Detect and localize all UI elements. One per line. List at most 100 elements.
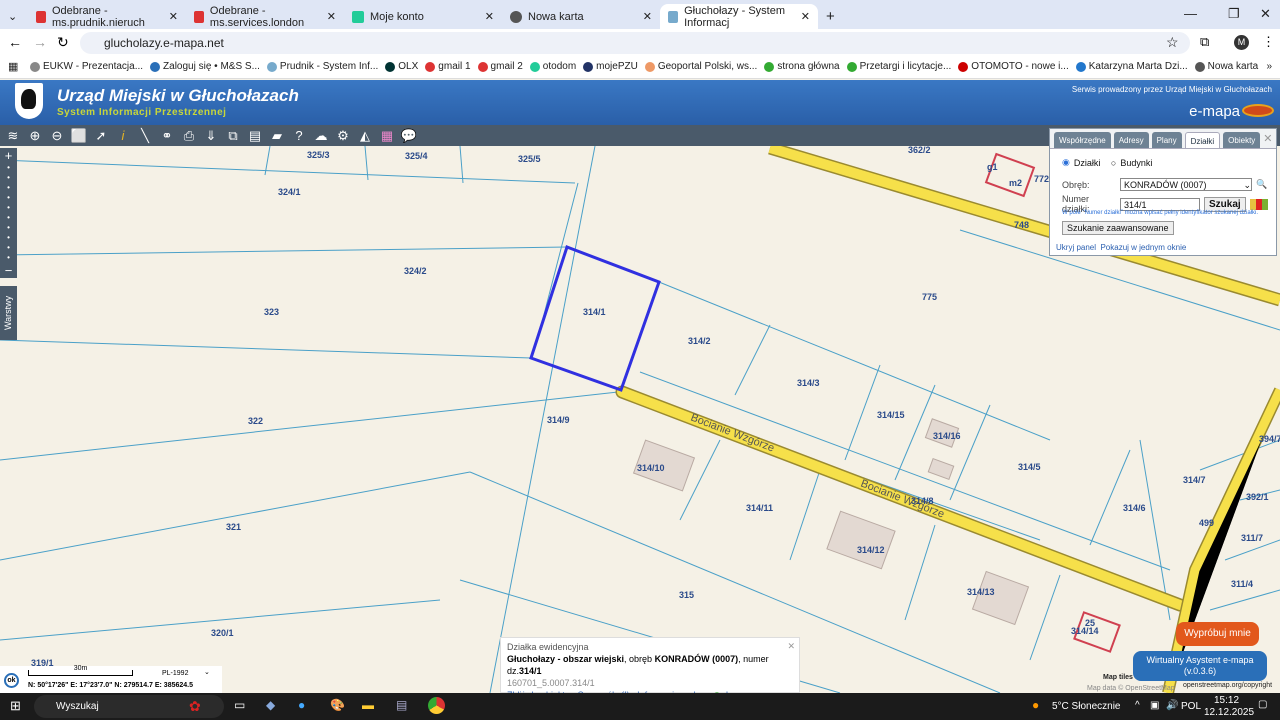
close-panel-icon[interactable]: ✕ — [1263, 132, 1272, 148]
tab-obiekty[interactable]: Obiekty — [1223, 132, 1261, 148]
bookmark[interactable]: OTOMOTO - nowe i... — [958, 61, 1069, 72]
settings-icon[interactable]: ⚙ — [334, 127, 352, 145]
link-icon[interactable]: ⚭ — [158, 127, 176, 145]
close-icon[interactable]: ✕ — [485, 10, 494, 23]
crs-select[interactable]: PL-1992 — [162, 670, 188, 677]
star-icon[interactable]: ☆ — [1166, 34, 1179, 51]
cloud-icon[interactable]: ☁ — [312, 127, 330, 145]
layers-tab[interactable]: Warstwy — [0, 286, 17, 340]
weather-text[interactable]: 5°C Słonecznie — [1052, 701, 1120, 712]
bookmark[interactable]: gmail 1 — [425, 61, 471, 72]
advanced-search-button[interactable]: Szukanie zaawansowane — [1062, 221, 1174, 235]
compare-icon[interactable]: ⧉ — [224, 127, 242, 145]
bookmark[interactable]: OLX — [385, 61, 418, 72]
paint-icon[interactable]: 🎨 — [330, 698, 345, 712]
zoom-out-icon[interactable]: ⊖ — [48, 127, 66, 145]
tab-wspolrzedne[interactable]: Współrzędne — [1054, 132, 1111, 148]
tab-search-button[interactable]: ⌄ — [0, 4, 28, 29]
back-icon[interactable]: ← — [8, 34, 22, 50]
bookmark[interactable]: EUKW - Prezentacja... — [30, 61, 143, 72]
radio-dzialki[interactable]: ◉ — [1062, 157, 1070, 168]
bookmark[interactable]: Prudnik - System Inf... — [266, 61, 378, 72]
color-grid-icon[interactable]: ▦ — [378, 127, 396, 145]
bookmark[interactable]: mojePZU — [583, 61, 638, 72]
comment-icon[interactable]: ▰ — [268, 127, 286, 145]
download-icon[interactable]: ⇓ — [202, 127, 220, 145]
bookmark[interactable]: strona główna — [764, 61, 840, 72]
help-icon[interactable]: ? — [290, 127, 308, 145]
virtual-assistant-button[interactable]: Wirtualny Asystent e-mapa (v.0.3.6) — [1133, 651, 1267, 681]
bookmark[interactable]: gmail 2 — [477, 61, 523, 72]
bookmark[interactable]: Geoportal Polski, ws... — [644, 61, 757, 72]
windows-start-icon[interactable]: ⊞ — [10, 698, 21, 714]
bookmark[interactable]: Katarzyna Marta Dzi... — [1075, 61, 1188, 72]
reload-icon[interactable]: ↻ — [57, 34, 69, 51]
attribution-copyright[interactable]: openstreetmap.org/copyright — [1183, 682, 1272, 689]
minimize-icon[interactable]: — — [1184, 6, 1197, 21]
volume-icon[interactable]: 🔊 — [1166, 700, 1178, 711]
tray-chevron-icon[interactable]: ^ — [1135, 700, 1140, 711]
bookmark[interactable]: Przetargi i licytacje... — [846, 61, 951, 72]
zoom-out-button[interactable]: − — [0, 263, 17, 278]
restore-icon[interactable]: ❐ — [1228, 6, 1240, 22]
tab-glucholazy[interactable]: Głuchołazy - System Informacj ✕ — [660, 4, 818, 29]
tab-adresy[interactable]: Adresy — [1113, 132, 1149, 148]
single-window-link[interactable]: Pokazuj w jednym oknie — [1100, 243, 1186, 252]
tab-gmail-2[interactable]: Odebrane - ms.services.london ✕ — [186, 4, 344, 29]
close-icon[interactable]: ✕ — [801, 10, 810, 23]
tab-nowa-karta[interactable]: Nowa karta ✕ — [502, 4, 660, 29]
zoom-in-icon[interactable]: ⊕ — [26, 127, 44, 145]
menu-icon[interactable]: ⋮ — [1262, 34, 1275, 50]
bookmark[interactable]: Nowa karta — [1194, 61, 1258, 72]
close-icon[interactable]: ✕ — [169, 10, 178, 23]
chevron-down-icon[interactable]: ⌄ — [204, 668, 210, 676]
triangle-icon[interactable]: ◭ — [356, 127, 374, 145]
close-icon[interactable]: ✕ — [643, 10, 652, 23]
clock-time[interactable]: 15:12 — [1214, 695, 1239, 706]
zoom-slider[interactable]: + • • • • • • • • • • − — [0, 148, 17, 278]
close-icon[interactable]: ✕ — [327, 10, 336, 23]
search-icon[interactable]: 🔍 — [1256, 179, 1267, 190]
language-indicator[interactable]: POL — [1181, 701, 1201, 712]
numer-input[interactable]: 314/1 — [1120, 197, 1200, 211]
more-bookmarks-button[interactable]: » — [1266, 61, 1272, 72]
measure-icon[interactable]: ╲ — [136, 127, 154, 145]
tab-moje-konto[interactable]: Moje konto ✕ — [344, 4, 502, 29]
pointer-icon[interactable]: ➚ — [92, 127, 110, 145]
taskbar-search[interactable]: Wyszukaj ✿ — [34, 695, 224, 718]
task-view-icon[interactable]: ▭ — [234, 698, 245, 712]
hide-panel-link[interactable]: Ukryj panel — [1056, 243, 1096, 252]
chrome-icon[interactable] — [428, 697, 445, 714]
store-icon[interactable]: ● — [298, 698, 305, 712]
url-input[interactable]: glucholazy.e-mapa.net — [80, 32, 1190, 54]
meet-icon[interactable]: ▣ — [1150, 700, 1159, 711]
full-extent-icon[interactable]: ⬜ — [70, 127, 88, 145]
clock-date[interactable]: 12.12.2025 — [1204, 707, 1254, 718]
obreb-select[interactable]: KONRADÓW (0007) ⌄ — [1120, 178, 1252, 191]
zoom-levels[interactable]: • • • • • • • • • • — [0, 163, 17, 263]
extensions-icon[interactable]: ⧉ — [1200, 34, 1209, 50]
radio-budynki[interactable]: ○ — [1111, 158, 1116, 168]
copilot-icon[interactable]: ◆ — [266, 698, 275, 712]
layout-icon[interactable]: ▤ — [246, 127, 264, 145]
tab-plany[interactable]: Plany — [1151, 132, 1182, 148]
try-me-bubble[interactable]: Wypróbuj mnie — [1176, 622, 1259, 646]
ok-button[interactable]: ok — [4, 673, 19, 688]
close-icon[interactable]: ✕ — [787, 640, 795, 652]
new-tab-button[interactable]: + — [818, 4, 846, 29]
apps-icon[interactable]: ▦ — [8, 60, 18, 73]
bookmark[interactable]: otodom — [529, 61, 576, 72]
explorer-icon[interactable]: ▬ — [362, 698, 374, 712]
info-icon[interactable]: i — [114, 127, 132, 145]
print-icon[interactable]: ⎙ — [180, 127, 198, 145]
zoom-in-button[interactable]: + — [0, 148, 17, 163]
notepad-icon[interactable]: ▤ — [396, 698, 407, 712]
layers-icon[interactable]: ≋ — [4, 127, 22, 145]
bookmark[interactable]: Zaloguj się • M&S S... — [150, 61, 260, 72]
profile-avatar[interactable]: M — [1234, 34, 1249, 50]
forward-icon[interactable]: → — [33, 34, 47, 50]
window-close-icon[interactable]: ✕ — [1260, 6, 1271, 22]
notifications-icon[interactable]: ▢ — [1258, 699, 1267, 710]
tab-gmail-1[interactable]: Odebrane - ms.prudnik.nieruch ✕ — [28, 4, 186, 29]
chat-icon[interactable]: 💬 — [400, 127, 418, 145]
